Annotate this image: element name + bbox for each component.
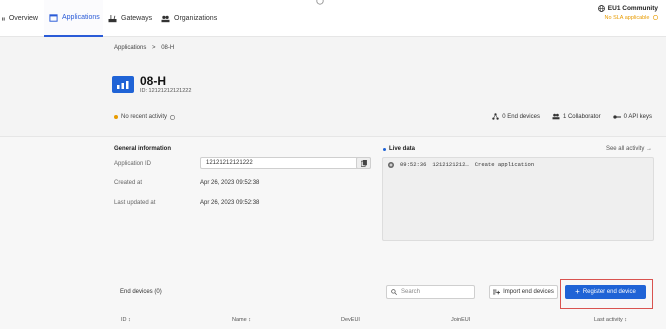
- api-keys-count: 0 API keys: [623, 113, 652, 120]
- application-stats: 0 End devices 1 Collaborator 0 API keys: [492, 113, 652, 120]
- key-icon: [612, 114, 621, 119]
- copy-icon: [360, 159, 367, 167]
- status-dot-icon: [114, 115, 118, 119]
- application-id-value: 12121212121222: [206, 160, 253, 166]
- tab-applications[interactable]: Applications: [44, 0, 103, 37]
- end-devices-stat[interactable]: 0 End devices: [492, 113, 540, 120]
- tab-gateways-label: Gateways: [121, 15, 153, 22]
- see-all-activity-link[interactable]: See all activity →: [606, 146, 652, 152]
- event-id: 1212121212…: [432, 161, 469, 168]
- collaborators-stat[interactable]: 1 Collaborator: [552, 113, 601, 120]
- end-devices-title: End devices (0): [120, 289, 162, 295]
- column-last-activity[interactable]: Last activity ↕: [594, 317, 627, 323]
- tab-overview[interactable]: Overview: [2, 0, 38, 37]
- live-dot-icon: [383, 147, 386, 151]
- application-window-icon: [49, 13, 58, 22]
- column-joineui: JoinEUI: [451, 317, 471, 323]
- breadcrumb-applications[interactable]: Applications: [114, 45, 146, 51]
- activity-status: No recent activity: [114, 114, 175, 120]
- application-id-subtitle: ID: 12121212121222: [140, 88, 192, 94]
- sla-text: No SLA applicable: [604, 15, 650, 21]
- tab-applications-label: Applications: [62, 14, 100, 21]
- import-label: Import end devices: [503, 289, 554, 295]
- breadcrumb-current: 08-H: [161, 45, 175, 51]
- devices-icon: [492, 113, 499, 120]
- page-title: 08-H: [140, 74, 167, 88]
- community-name: EU1 Community: [607, 5, 658, 12]
- people-icon: [161, 15, 170, 22]
- column-name[interactable]: Name ↕: [232, 317, 251, 323]
- activity-status-text: No recent activity: [121, 114, 168, 120]
- column-id[interactable]: ID ↕: [121, 317, 131, 323]
- highlight-box: [560, 279, 653, 309]
- people-icon: [552, 113, 560, 120]
- grid-icon: [2, 17, 5, 20]
- created-at-value: Apr 26, 2023 09:52:38: [200, 180, 260, 186]
- collaborators-count: 1 Collaborator: [562, 113, 601, 120]
- profile-indicator-icon[interactable]: [316, 0, 324, 5]
- column-deveui: DevEUI: [341, 317, 360, 323]
- breadcrumb: Applications > 08-H: [114, 45, 174, 51]
- search-icon: [391, 289, 397, 295]
- last-updated-value: Apr 26, 2023 09:52:38: [200, 200, 260, 206]
- last-updated-label: Last updated at: [114, 200, 156, 206]
- copy-button[interactable]: [356, 157, 371, 169]
- search-placeholder: Search: [401, 289, 421, 295]
- import-end-devices-button[interactable]: Import end devices: [489, 285, 558, 299]
- tab-gateways[interactable]: Gateways: [108, 0, 164, 37]
- tab-organizations-label: Organizations: [174, 15, 218, 22]
- event-time: 09:52:36: [400, 161, 427, 168]
- application-id-label: Application ID: [114, 161, 152, 167]
- application-id-field[interactable]: 12121212121222: [200, 157, 371, 169]
- help-icon[interactable]: [170, 114, 175, 120]
- live-data-title: Live data: [389, 146, 416, 152]
- globe-icon: [597, 5, 605, 12]
- event-row[interactable]: 09:52:36 1212121212… Create application: [383, 158, 653, 171]
- help-icon[interactable]: [653, 15, 658, 20]
- add-event-icon: [388, 161, 394, 168]
- tab-organizations[interactable]: Organizations: [161, 0, 231, 37]
- general-information-heading: General information: [114, 146, 172, 152]
- community-selector[interactable]: EU1 Community No SLA applicable: [597, 5, 658, 21]
- application-header: [0, 37, 666, 137]
- application-icon: [112, 76, 134, 93]
- event-text: Create application: [474, 161, 535, 168]
- live-data-panel: 09:52:36 1212121212… Create application: [382, 157, 654, 241]
- end-devices-count: 0 End devices: [502, 113, 540, 120]
- live-data-heading: Live data: [383, 146, 415, 152]
- bar-chart-icon: [117, 81, 129, 89]
- created-at-label: Created at: [114, 180, 143, 186]
- search-input[interactable]: Search: [386, 285, 475, 299]
- tab-overview-label: Overview: [8, 15, 38, 22]
- import-list-icon: [493, 289, 501, 295]
- breadcrumb-separator: >: [152, 45, 156, 51]
- gateway-icon: [108, 14, 117, 22]
- api-keys-stat[interactable]: 0 API keys: [612, 113, 652, 120]
